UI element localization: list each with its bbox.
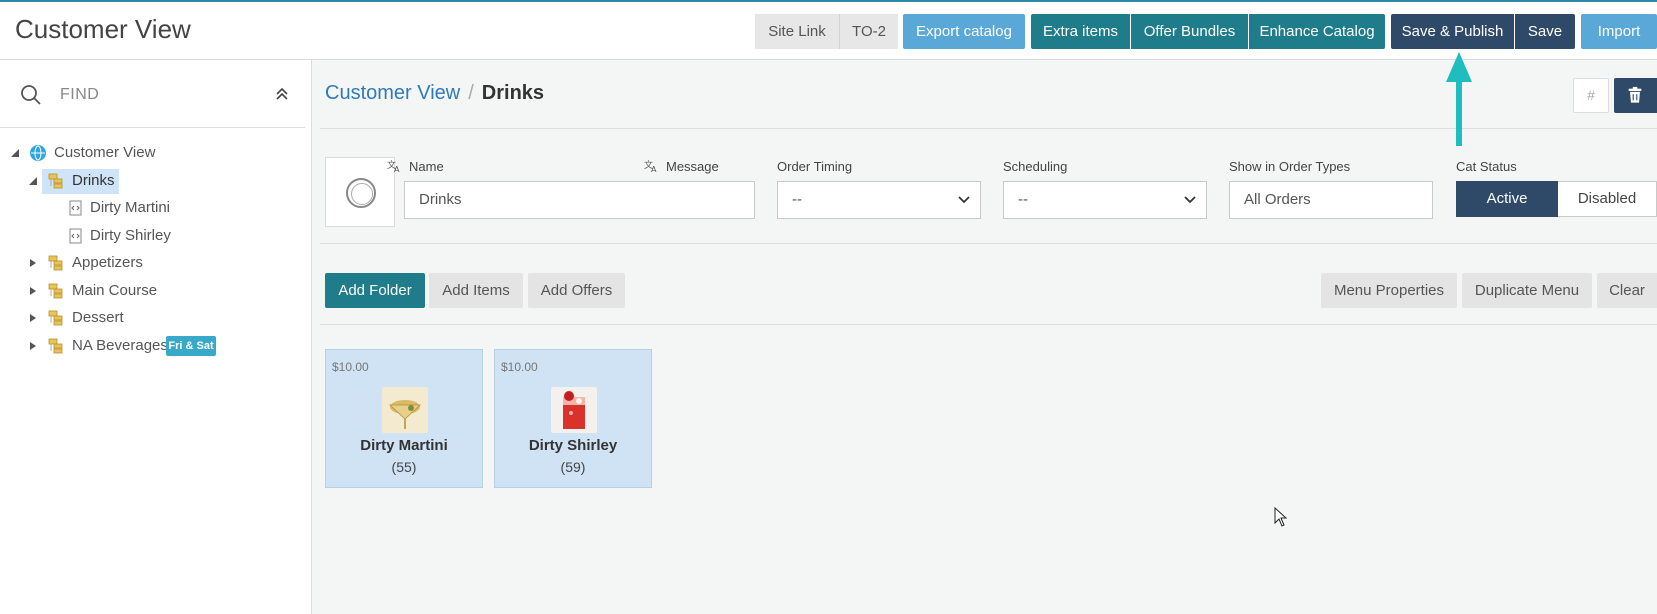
offer-bundles-button[interactable]: Offer Bundles (1131, 14, 1248, 49)
tree-label: NA Beverages (72, 337, 168, 354)
folder-tree-icon (48, 338, 63, 354)
item-name: Dirty Martini (360, 437, 448, 454)
chevron-down-icon (1184, 196, 1196, 204)
translate-icon[interactable]: 文 A (387, 158, 402, 173)
name-input[interactable]: Drinks (404, 181, 755, 219)
folder-tree-icon (48, 255, 63, 271)
cat-status-label: Cat Status (1456, 159, 1517, 174)
folder-tree-icon (48, 310, 63, 326)
collapsed-arrow-icon[interactable] (28, 341, 38, 351)
name-label: Name (409, 159, 444, 174)
tree-label: Appetizers (72, 254, 143, 271)
svg-text:A: A (651, 165, 657, 173)
order-timing-value: -- (792, 191, 802, 208)
duplicate-menu-button[interactable]: Duplicate Menu (1462, 273, 1592, 308)
expanded-arrow-icon[interactable] (10, 148, 20, 158)
collapsed-arrow-icon[interactable] (28, 313, 38, 323)
to2-button[interactable]: TO-2 (840, 14, 898, 49)
mouse-cursor-icon (1274, 507, 1288, 527)
message-label: Message (666, 159, 719, 174)
tree-item-main-course[interactable]: Main Course (28, 279, 188, 303)
item-thumbnail-martini (382, 387, 428, 433)
enhance-catalog-button[interactable]: Enhance Catalog (1249, 14, 1385, 49)
chevron-down-icon (958, 196, 970, 204)
extra-items-button[interactable]: Extra items (1031, 14, 1130, 49)
divider (320, 243, 1657, 244)
search-icon (21, 85, 41, 105)
tree-label: Drinks (72, 172, 115, 189)
add-items-button[interactable]: Add Items (429, 273, 523, 308)
tree-item-dessert[interactable]: Dessert (28, 306, 188, 330)
import-button[interactable]: Import (1581, 14, 1657, 49)
item-card-dirty-martini[interactable]: $10.00 Dirty Martini (55) (325, 349, 483, 488)
save-button[interactable]: Save (1515, 14, 1575, 49)
status-active-toggle[interactable]: Active (1456, 181, 1558, 217)
translate-icon[interactable]: 文 A (644, 158, 659, 173)
add-folder-button[interactable]: Add Folder (325, 273, 425, 308)
breadcrumb-current: Drinks (481, 82, 545, 104)
main-panel: Customer View / Drinks # 文 A Name 文 A Mess… (312, 52, 1657, 614)
top-header: Customer View Site Link TO-2 Export cata… (0, 0, 1657, 60)
tree-item-customer-view[interactable]: Customer View (10, 141, 210, 165)
tree-label: Dessert (72, 309, 124, 326)
tree-item-dirty-shirley[interactable]: Dirty Shirley (68, 224, 208, 248)
menu-properties-button[interactable]: Menu Properties (1321, 273, 1457, 308)
divider (320, 324, 1657, 325)
order-types-label: Show in Order Types (1229, 159, 1351, 174)
scheduling-select[interactable]: -- (1003, 181, 1207, 219)
image-placeholder-icon (346, 178, 376, 208)
item-price: $10.00 (501, 360, 538, 374)
trash-icon (1628, 86, 1642, 103)
item-card-dirty-shirley[interactable]: $10.00 Dirty Shirley (59) (494, 349, 652, 488)
tree-label: Dirty Shirley (90, 227, 171, 244)
collapsed-arrow-icon[interactable] (28, 286, 38, 296)
item-count: (59) (560, 459, 586, 475)
delete-button[interactable] (1614, 78, 1657, 113)
order-timing-select[interactable]: -- (777, 181, 981, 219)
tree-item-dirty-martini[interactable]: Dirty Martini (68, 196, 208, 220)
tree-item-appetizers[interactable]: Appetizers (28, 251, 188, 275)
annotation-arrow-icon (1446, 52, 1472, 146)
add-offers-button[interactable]: Add Offers (528, 273, 625, 308)
tree-label: Dirty Martini (90, 199, 171, 216)
folder-tree-icon (48, 173, 63, 189)
item-thumbnail-shirley (551, 387, 597, 433)
tree-item-drinks[interactable]: Drinks (28, 169, 128, 193)
folder-tree-icon (48, 283, 63, 299)
scheduling-label: Scheduling (1003, 159, 1068, 174)
item-name: Dirty Shirley (528, 437, 618, 454)
breadcrumb-separator: / (468, 82, 474, 104)
collapsed-arrow-icon[interactable] (28, 258, 38, 268)
expanded-arrow-icon[interactable] (28, 176, 38, 186)
order-timing-label: Order Timing (777, 159, 853, 174)
item-price: $10.00 (332, 360, 369, 374)
svg-text:A: A (394, 165, 400, 173)
search-input[interactable] (60, 82, 260, 108)
scheduling-value: -- (1018, 191, 1028, 208)
app-title: Customer View (15, 14, 191, 44)
order-types-input[interactable]: All Orders (1229, 181, 1433, 219)
item-file-icon (69, 228, 82, 244)
collapse-up-icon[interactable] (274, 86, 290, 102)
item-count: (55) (391, 459, 417, 475)
export-catalog-button[interactable]: Export catalog (903, 14, 1025, 49)
save-publish-button[interactable]: Save & Publish (1391, 14, 1514, 49)
breadcrumb: Customer View / Drinks (325, 82, 544, 105)
tree-item-na-beverages[interactable]: NA Beverages (28, 334, 168, 358)
tree-label: Main Course (72, 282, 158, 299)
category-image-upload[interactable] (325, 157, 395, 227)
item-file-icon (69, 200, 82, 216)
globe-icon (30, 145, 46, 161)
breadcrumb-parent-link[interactable]: Customer View (325, 82, 460, 104)
hash-button[interactable]: # (1573, 78, 1609, 113)
status-disabled-toggle[interactable]: Disabled (1558, 181, 1657, 217)
schedule-badge: Fri & Sat (166, 336, 216, 356)
tree-label: Customer View (54, 144, 156, 161)
search-row (0, 60, 305, 128)
site-link-button[interactable]: Site Link (755, 14, 839, 49)
clear-button[interactable]: Clear (1597, 273, 1657, 308)
